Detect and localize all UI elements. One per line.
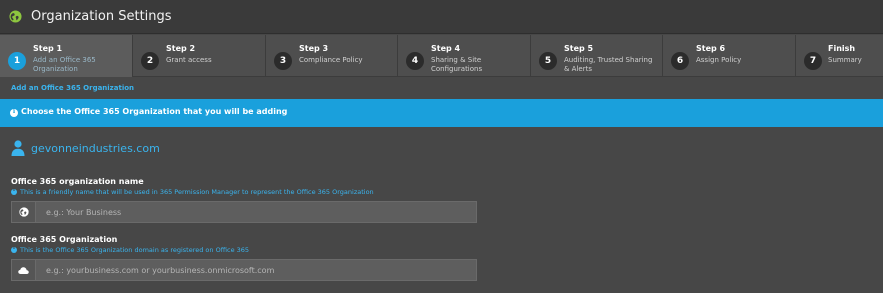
info-icon bbox=[11, 187, 17, 195]
step-number: 1 bbox=[8, 52, 26, 70]
step-description: Summary bbox=[828, 56, 862, 64]
org-domain-field bbox=[11, 259, 477, 281]
step-number: 6 bbox=[671, 52, 689, 70]
organization-name: gevonneindustries.com bbox=[31, 142, 160, 155]
step-2[interactable]: 2 Step 2 Grant access bbox=[133, 35, 266, 77]
org-name-hint-text: This is a friendly name that will be use… bbox=[20, 188, 374, 196]
org-name-label: Office 365 organization name bbox=[11, 177, 144, 186]
step-description: Assign Policy bbox=[696, 56, 742, 64]
step-description: Sharing & Site Configurations bbox=[431, 56, 483, 73]
step-finish[interactable]: 7 Finish Summary bbox=[796, 35, 883, 77]
page-title: Organization Settings bbox=[31, 9, 172, 24]
org-domain-input[interactable] bbox=[37, 260, 475, 280]
banner-text: Choose the Office 365 Organization that … bbox=[21, 107, 288, 116]
step-label: Step 5 bbox=[564, 44, 594, 53]
step-6[interactable]: 6 Step 6 Assign Policy bbox=[663, 35, 796, 77]
org-domain-label: Office 365 Organization bbox=[11, 235, 118, 244]
step-description: Grant access bbox=[166, 56, 212, 64]
org-domain-hint: This is the Office 365 Organization doma… bbox=[11, 245, 250, 254]
step-number: 3 bbox=[274, 52, 292, 70]
step-label: Step 4 bbox=[431, 44, 461, 53]
step-1[interactable]: 1 Step 1 Add an Office 365 Organization bbox=[0, 35, 133, 77]
globe-icon bbox=[19, 207, 29, 217]
breadcrumb[interactable]: Add an Office 365 Organization bbox=[11, 84, 134, 92]
org-domain-hint-text: This is the Office 365 Organization doma… bbox=[20, 246, 250, 254]
cloud-icon bbox=[18, 267, 29, 274]
info-icon bbox=[10, 108, 18, 117]
globe-icon bbox=[9, 10, 22, 23]
step-number: 2 bbox=[141, 52, 159, 70]
org-name-field bbox=[11, 201, 477, 223]
step-number: 5 bbox=[539, 52, 557, 70]
info-banner: Choose the Office 365 Organization that … bbox=[0, 99, 883, 127]
step-label: Step 2 bbox=[166, 44, 196, 53]
step-description: Add an Office 365 Organization bbox=[33, 56, 96, 73]
step-3[interactable]: 3 Step 3 Compliance Policy bbox=[266, 35, 398, 77]
app-header: Organization Settings bbox=[0, 0, 883, 34]
org-name-input[interactable] bbox=[37, 202, 475, 222]
step-description: Auditing, Trusted Sharing & Alerts bbox=[564, 56, 653, 73]
step-number: 4 bbox=[406, 52, 424, 70]
org-name-addon bbox=[12, 202, 36, 222]
info-icon bbox=[11, 245, 17, 253]
step-number: 7 bbox=[804, 52, 822, 70]
step-label: Step 1 bbox=[33, 44, 63, 53]
wizard-steps: 1 Step 1 Add an Office 365 Organization … bbox=[0, 35, 883, 77]
step-label: Step 3 bbox=[299, 44, 329, 53]
step-4[interactable]: 4 Step 4 Sharing & Site Configurations bbox=[398, 35, 531, 77]
user-icon bbox=[11, 140, 25, 156]
org-domain-addon bbox=[12, 260, 36, 280]
step-label: Step 6 bbox=[696, 44, 726, 53]
step-5[interactable]: 5 Step 5 Auditing, Trusted Sharing & Ale… bbox=[531, 35, 663, 77]
step-label: Finish bbox=[828, 44, 856, 53]
step-description: Compliance Policy bbox=[299, 56, 363, 64]
org-name-hint: This is a friendly name that will be use… bbox=[11, 187, 374, 196]
